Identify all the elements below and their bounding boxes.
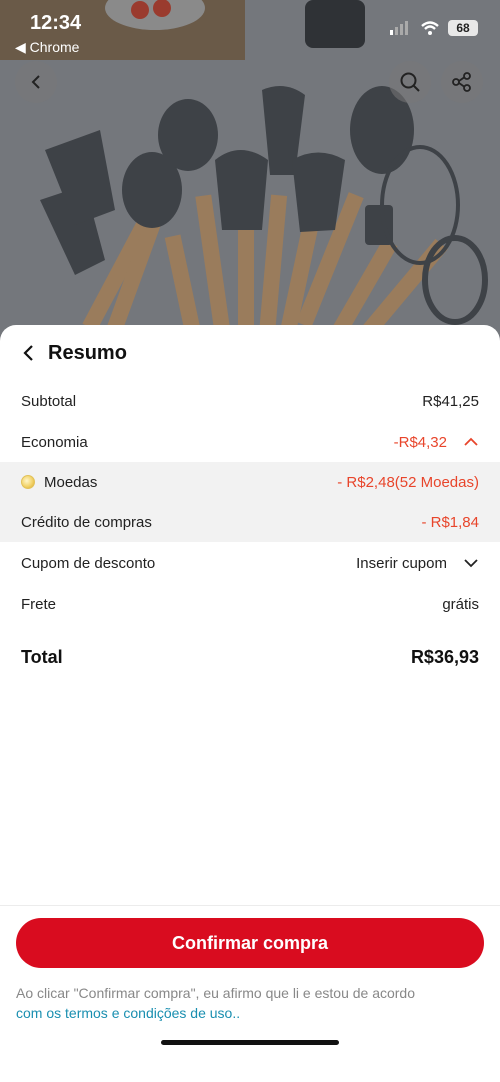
total-label: Total: [21, 646, 63, 667]
status-bar: 12:34 ◀ Chrome 68: [0, 0, 500, 60]
share-button[interactable]: [441, 61, 483, 103]
wifi-icon: [421, 21, 439, 35]
back-to-app-link[interactable]: ◀ Chrome: [15, 39, 79, 56]
chevron-left-icon[interactable]: [20, 344, 38, 362]
frete-label: Frete: [21, 595, 57, 613]
subtotal-row: Subtotal R$41,25: [0, 381, 500, 421]
status-icons: 68: [390, 20, 478, 36]
chevron-up-icon[interactable]: [463, 434, 479, 450]
footer-divider: [0, 905, 500, 906]
cupom-value[interactable]: Inserir cupom: [356, 555, 447, 572]
battery-indicator: 68: [448, 20, 478, 36]
sheet-header: Resumo: [20, 341, 127, 365]
economia-value: -R$4,32: [393, 433, 447, 451]
subtotal-label: Subtotal: [21, 392, 77, 410]
search-button[interactable]: [389, 61, 431, 103]
signal-icon: [390, 21, 408, 35]
terms-disclaimer: Ao clicar "Confirmar compra", eu afirmo …: [16, 983, 486, 1023]
credito-label: Crédito de compras: [21, 513, 152, 531]
subtotal-value: R$41,25: [422, 392, 479, 410]
moedas-label-wrap: Moedas: [21, 474, 337, 491]
moedas-row: Moedas - R$2,48(52 Moedas): [0, 462, 500, 502]
credito-value: - R$1,84: [421, 513, 479, 531]
summary-sheet: Resumo Subtotal R$41,25 Economia -R$4,32…: [0, 325, 500, 1082]
credito-row: Crédito de compras - R$1,84: [0, 502, 500, 542]
cupom-row[interactable]: Cupom de desconto Inserir cupom: [0, 543, 500, 583]
moedas-value: - R$2,48(52 Moedas): [337, 473, 479, 491]
back-icon: [31, 75, 40, 89]
moedas-label: Moedas: [44, 473, 98, 491]
confirm-purchase-button[interactable]: Confirmar compra: [16, 918, 484, 968]
home-indicator: [161, 1040, 339, 1045]
frete-value: grátis: [442, 595, 479, 613]
economia-label: Economia: [21, 433, 88, 451]
sheet-title: Resumo: [48, 341, 127, 364]
status-time: 12:34: [30, 12, 82, 34]
search-icon: [400, 72, 420, 92]
frete-row: Frete grátis: [0, 584, 500, 624]
coin-icon: [21, 475, 35, 489]
cupom-label: Cupom de desconto: [21, 554, 156, 572]
total-value: R$36,93: [410, 646, 479, 667]
economia-row[interactable]: Economia -R$4,32: [0, 422, 500, 462]
total-row: Total R$36,93: [0, 637, 500, 677]
share-icon: [452, 72, 471, 92]
terms-link[interactable]: com os termos e condições de uso..: [16, 1005, 240, 1021]
back-button[interactable]: [15, 61, 57, 103]
chevron-down-icon[interactable]: [463, 555, 479, 571]
disclaimer-text: Ao clicar "Confirmar compra", eu afirmo …: [16, 985, 416, 1001]
